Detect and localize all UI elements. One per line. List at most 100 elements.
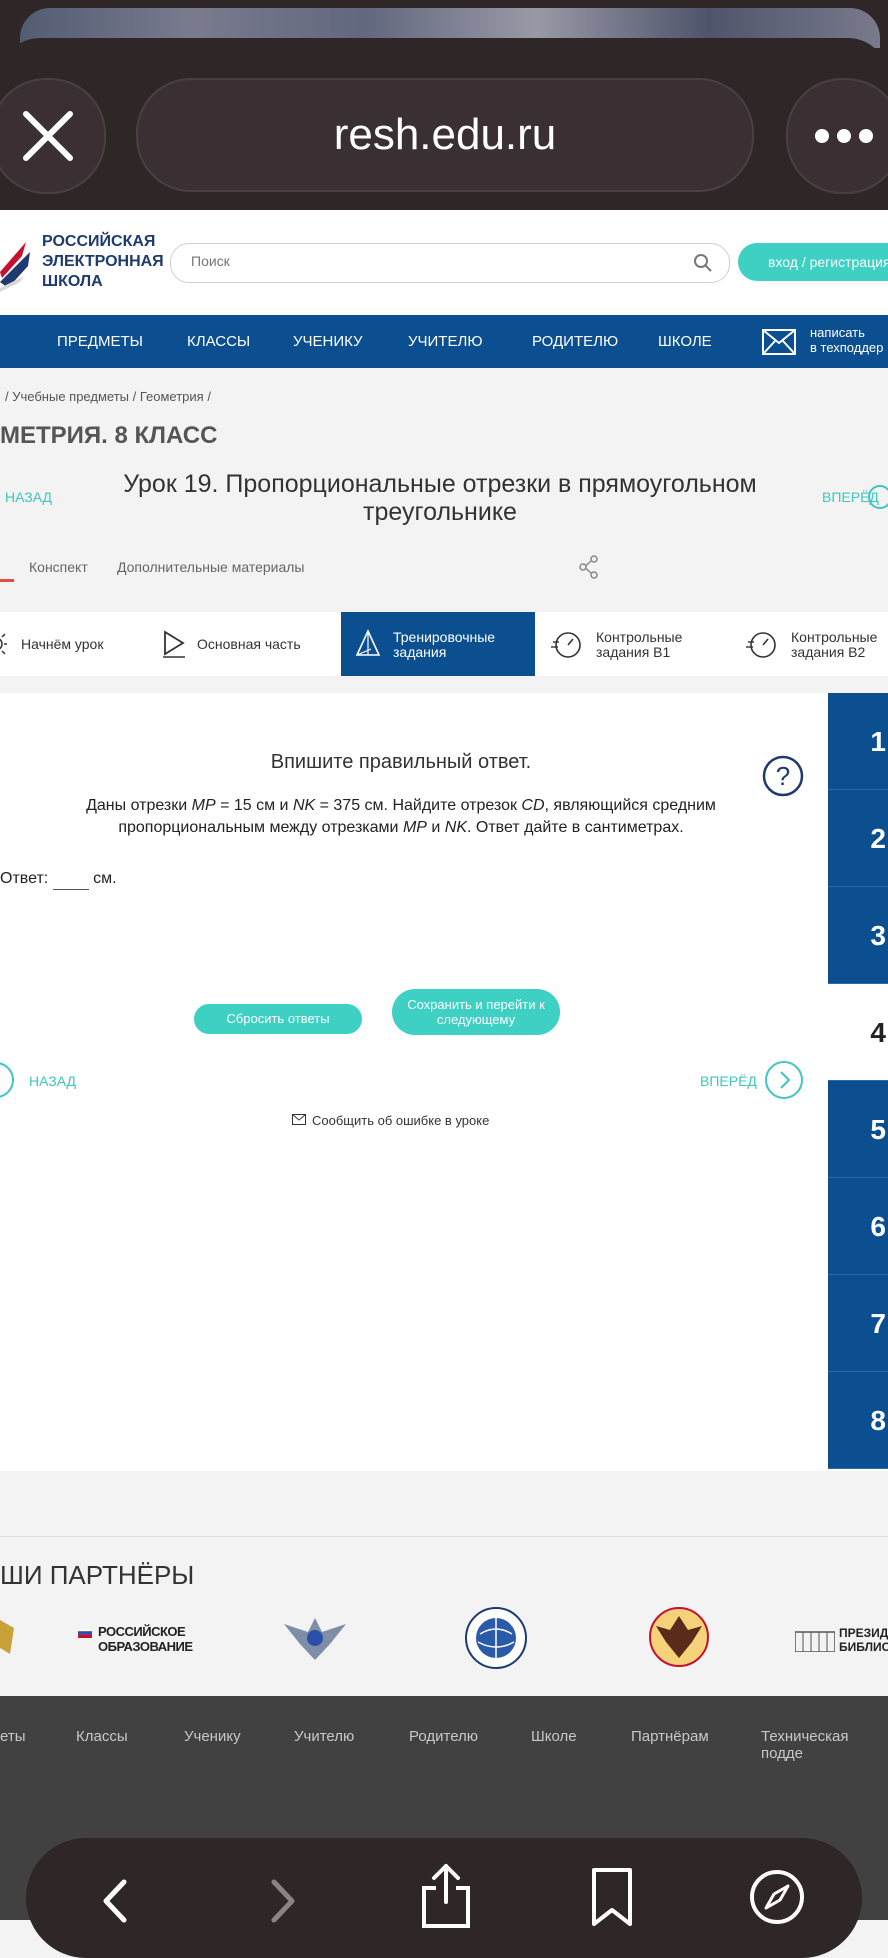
main-nav: ПРЕДМЕТЫ КЛАССЫ УЧЕНИКУ УЧИТЕЛЮ РОДИТЕЛЮ…	[0, 315, 888, 368]
task-back-link[interactable]: НАЗАД	[29, 1073, 76, 1089]
support-link[interactable]: написать в техподдер	[810, 325, 883, 355]
active-tab-indicator	[0, 579, 14, 582]
nav-item-teachers[interactable]: УЧИТЕЛЮ	[408, 333, 482, 350]
step-training[interactable]: Тренировочные задания	[341, 612, 535, 676]
footer-link-subjects[interactable]: еты	[0, 1728, 26, 1745]
logo-text[interactable]: РОССИЙСКАЯ ЭЛЕКТРОННАЯ ШКОЛА	[42, 232, 164, 292]
footer-link-classes[interactable]: Классы	[76, 1728, 128, 1745]
footer-link-students[interactable]: Ученику	[184, 1728, 241, 1745]
nav-item-parents[interactable]: РОДИТЕЛЮ	[532, 333, 618, 350]
more-dots-icon	[815, 129, 873, 143]
footer-link-parents[interactable]: Родителю	[409, 1728, 478, 1745]
nav-item-students[interactable]: УЧЕНИКУ	[293, 333, 363, 350]
task-number-2[interactable]: 2	[828, 790, 888, 887]
footer-link-schools[interactable]: Школе	[531, 1728, 577, 1745]
chevron-right-icon[interactable]	[764, 1060, 804, 1100]
share-upload-icon[interactable]	[418, 1862, 474, 1928]
lesson-back-link[interactable]: НАЗАД	[5, 489, 52, 505]
logo-icon[interactable]	[0, 222, 36, 302]
search-input[interactable]	[189, 252, 673, 270]
step-main[interactable]: Основная часть	[160, 612, 340, 676]
task-card: Впишите правильный ответ. ? Даны отрезки…	[0, 693, 828, 1471]
sun-icon	[0, 633, 7, 655]
breadcrumb-item-geometry[interactable]: Геометрия	[140, 389, 204, 404]
timer-icon	[746, 632, 776, 658]
play-icon	[163, 630, 185, 658]
answer-input[interactable]	[52, 869, 89, 890]
eagle-emblem-icon[interactable]	[280, 1610, 350, 1666]
save-next-button[interactable]: Сохранить и перейти к следующему	[392, 989, 560, 1035]
task-number-list: 1 2 3 4 5 6 7 8	[828, 693, 888, 1471]
tab-additional-materials[interactable]: Дополнительные материалы	[117, 559, 304, 575]
task-number-6[interactable]: 6	[828, 1178, 888, 1275]
breadcrumb-item-subjects[interactable]: Учебные предметы	[12, 389, 129, 404]
login-button[interactable]: вход / регистрация	[738, 243, 888, 281]
envelope-icon	[292, 1114, 306, 1125]
report-error-link[interactable]: Сообщить об ошибке в уроке	[312, 1113, 489, 1128]
geographic-society-globe-icon[interactable]	[464, 1606, 528, 1670]
task-number-4[interactable]: 4	[828, 984, 888, 1081]
pyramid-icon	[355, 629, 381, 656]
task-text: Даны отрезки MP = 15 см и NK = 375 см. Н…	[0, 795, 802, 839]
task-back-circle-icon[interactable]	[0, 1062, 14, 1098]
close-tab-button[interactable]	[0, 78, 106, 194]
step-start[interactable]: Начнём урок	[0, 612, 160, 676]
more-options-button[interactable]	[786, 78, 888, 194]
browser-top-bar: resh.edu.ru	[0, 0, 888, 210]
task-number-1[interactable]: 1	[828, 693, 888, 790]
forward-arrow-icon[interactable]	[262, 1876, 302, 1926]
bookmark-icon[interactable]	[588, 1866, 636, 1928]
mchs-emblem-icon[interactable]	[648, 1606, 710, 1668]
footer-link-support[interactable]: Техническая подде	[761, 1728, 888, 1762]
answer-row: Ответ: см.	[0, 869, 117, 890]
task-number-5[interactable]: 5	[828, 1081, 888, 1178]
nav-item-subjects[interactable]: ПРЕДМЕТЫ	[57, 333, 143, 350]
step-label: Основная часть	[197, 636, 301, 652]
library-building-icon	[795, 1631, 835, 1652]
support-line-1: написать	[810, 325, 865, 340]
task-text-line-2: пропорциональным между отрезками MP и NK…	[118, 819, 684, 836]
browser-bottom-toolbar	[26, 1838, 862, 1958]
partners-title: ШИ ПАРТНЁРЫ	[0, 1560, 195, 1590]
nav-item-schools[interactable]: ШКОЛЕ	[658, 333, 712, 350]
divider	[0, 1536, 888, 1537]
task-instruction: Впишите правильный ответ.	[270, 751, 532, 773]
step-control-b2[interactable]: Контрольные задания В2	[730, 612, 888, 676]
task-number-8[interactable]: 8	[828, 1372, 888, 1469]
task-number-7[interactable]: 7	[828, 1275, 888, 1372]
nav-item-classes[interactable]: КЛАССЫ	[187, 333, 250, 350]
lesson-title: Урок 19. Пропорциональные отрезки в прям…	[123, 470, 757, 526]
help-icon[interactable]: ?	[762, 755, 804, 797]
close-icon	[23, 111, 73, 161]
partner-emblem-icon[interactable]	[0, 1614, 18, 1658]
step-label: Контрольные задания В2	[791, 629, 878, 660]
step-label: Тренировочные задания	[393, 629, 496, 660]
answer-label: Ответ:	[0, 870, 49, 887]
reset-answers-button[interactable]: Сбросить ответы	[194, 1004, 362, 1034]
back-arrow-icon[interactable]	[96, 1876, 136, 1926]
library-logo-text: ПРЕЗИДЕ БИБЛИС	[839, 1626, 888, 1654]
step-label: Начнём урок	[21, 636, 104, 652]
tab-summary[interactable]: Конспект	[29, 559, 88, 575]
url-bar[interactable]: resh.edu.ru	[136, 78, 754, 192]
search-box[interactable]	[170, 243, 730, 283]
russian-flag-icon	[78, 1628, 92, 1638]
support-line-2: в техподдер	[810, 340, 884, 355]
site-header: РОССИЙСКАЯ ЭЛЕКТРОННАЯ ШКОЛА вход / реги…	[0, 210, 888, 315]
logo-line-3: ШКОЛА	[42, 273, 103, 290]
task-text-line-1: Даны отрезки MP = 15 см и NK = 375 см. Н…	[86, 797, 716, 814]
task-number-3[interactable]: 3	[828, 887, 888, 984]
logo-line-1: РОССИЙСКАЯ	[42, 233, 156, 250]
share-icon[interactable]	[578, 555, 600, 579]
search-icon[interactable]	[693, 253, 713, 273]
footer-link-teachers[interactable]: Учителю	[294, 1728, 354, 1745]
partner-logo-text: РОССИЙСКОЕ ОБРАЗОВАНИЕ	[98, 1624, 193, 1654]
step-control-b1[interactable]: Контрольные задания В1	[535, 612, 730, 676]
answer-unit: см.	[93, 870, 117, 887]
task-forward-link[interactable]: ВПЕРЁД	[700, 1073, 757, 1089]
compass-icon[interactable]	[748, 1868, 806, 1926]
mail-icon[interactable]	[762, 329, 796, 355]
footer-link-partners[interactable]: Партнёрам	[631, 1728, 709, 1745]
timer-icon	[551, 632, 581, 658]
lesson-forward-icon[interactable]	[868, 485, 888, 509]
